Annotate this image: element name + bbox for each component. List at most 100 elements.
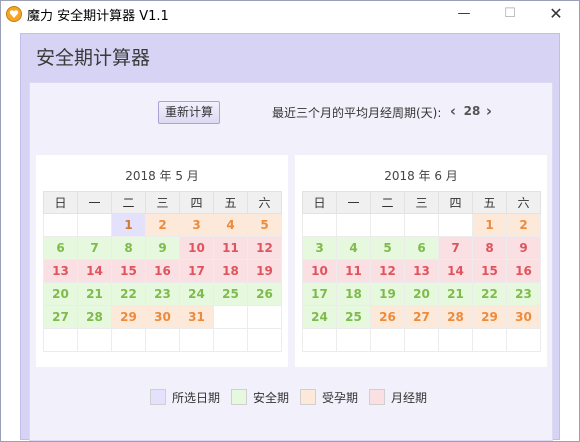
day-cell[interactable]: 30	[506, 305, 541, 329]
day-cell[interactable]: 3	[179, 213, 214, 237]
day-cell[interactable]: 23	[506, 282, 541, 306]
maximize-button[interactable]: ☐	[487, 1, 533, 27]
cycle-label: 最近三个月的平均月经周期(天):	[272, 106, 442, 120]
day-cell[interactable]: 29	[111, 305, 146, 329]
day-cell[interactable]: 13	[43, 259, 78, 283]
day-cell[interactable]: 27	[404, 305, 439, 329]
cycle-increase-button[interactable]: ›	[483, 101, 495, 121]
weekday-header: 日 一 二 三 四 五 六	[302, 191, 541, 214]
day-cell[interactable]: 7	[77, 236, 112, 260]
empty-cell	[43, 213, 78, 237]
empty-cell	[111, 328, 146, 352]
day-cell[interactable]: 22	[472, 282, 507, 306]
day-cell[interactable]: 5	[370, 236, 405, 260]
legend-label-ovulation: 受孕期	[322, 391, 359, 405]
day-cell[interactable]: 25	[336, 305, 371, 329]
day-cell[interactable]: 31	[179, 305, 214, 329]
day-cell[interactable]: 7	[438, 236, 473, 260]
day-cell[interactable]: 10	[302, 259, 337, 283]
cycle-decrease-button[interactable]: ‹	[447, 101, 459, 121]
day-cell[interactable]: 20	[43, 282, 78, 306]
day-cell[interactable]: 18	[213, 259, 248, 283]
week-row: 12345	[43, 213, 282, 237]
day-cell[interactable]: 24	[179, 282, 214, 306]
day-cell[interactable]: 4	[336, 236, 371, 260]
day-cell[interactable]: 1	[472, 213, 507, 237]
close-button[interactable]: ✕	[533, 1, 579, 27]
day-cell[interactable]: 17	[179, 259, 214, 283]
day-cell[interactable]: 12	[370, 259, 405, 283]
legend-label-selected: 所选日期	[172, 391, 221, 405]
day-cell[interactable]: 4	[213, 213, 248, 237]
day-cell[interactable]: 19	[370, 282, 405, 306]
day-cell[interactable]: 9	[506, 236, 541, 260]
calendar-grid: 日 一 二 三 四 五 六 1 2 3 4 5 6 7 8 9 10 11 12 13 14 15 16 17 1…	[302, 191, 541, 352]
weekday-label: 六	[247, 191, 282, 214]
weekday-label: 三	[145, 191, 180, 214]
day-cell[interactable]: 14	[77, 259, 112, 283]
month-title: 2018 年 5 月	[125, 169, 199, 183]
day-cell[interactable]: 23	[145, 282, 180, 306]
day-cell[interactable]: 2	[506, 213, 541, 237]
day-cell[interactable]: 5	[247, 213, 282, 237]
empty-cell	[213, 305, 248, 329]
week-row: 13 14 15 16 17 18 19	[43, 259, 282, 283]
day-cell[interactable]: 19	[247, 259, 282, 283]
day-cell[interactable]: 15	[111, 259, 146, 283]
minimize-button[interactable]: —	[441, 1, 487, 27]
day-cell[interactable]: 6	[43, 236, 78, 260]
day-cell[interactable]: 14	[438, 259, 473, 283]
empty-cell	[370, 213, 405, 237]
day-cell[interactable]: 21	[77, 282, 112, 306]
day-cell[interactable]: 2	[145, 213, 180, 237]
day-cell[interactable]: 22	[111, 282, 146, 306]
day-cell[interactable]: 28	[77, 305, 112, 329]
recalculate-button[interactable]: 重新计算	[158, 101, 220, 124]
app-logo-icon	[6, 6, 22, 22]
day-cell[interactable]: 8	[111, 236, 146, 260]
weekday-label: 六	[506, 191, 541, 214]
day-cell[interactable]: 17	[302, 282, 337, 306]
day-cell[interactable]: 26	[247, 282, 282, 306]
week-row: 27 28 29 30 31	[43, 305, 282, 329]
day-cell[interactable]: 18	[336, 282, 371, 306]
week-row: 17 18 19 20 21 22 23	[302, 282, 541, 306]
day-cell[interactable]: 21	[438, 282, 473, 306]
day-cell[interactable]: 29	[472, 305, 507, 329]
empty-cell	[404, 213, 439, 237]
month-title: 2018 年 6 月	[384, 169, 458, 183]
day-cell[interactable]: 8	[472, 236, 507, 260]
day-cell[interactable]: 11	[213, 236, 248, 260]
day-cell[interactable]: 26	[370, 305, 405, 329]
week-row: 6 7 8 9 10 11 12	[43, 236, 282, 260]
day-cell[interactable]: 27	[43, 305, 78, 329]
week-row	[43, 328, 282, 352]
day-cell[interactable]: 12	[247, 236, 282, 260]
legend-swatch-selected	[150, 389, 166, 405]
day-cell[interactable]: 15	[472, 259, 507, 283]
weekday-label: 一	[336, 191, 371, 214]
day-cell[interactable]: 13	[404, 259, 439, 283]
weekday-label: 二	[111, 191, 146, 214]
empty-cell	[247, 328, 282, 352]
weekday-label: 二	[370, 191, 405, 214]
week-row: 10 11 12 13 14 15 16	[302, 259, 541, 283]
day-cell[interactable]: 11	[336, 259, 371, 283]
day-cell[interactable]: 20	[404, 282, 439, 306]
title-bar[interactable]: 魔力 安全期计算器 V1.1 — ☐ ✕	[1, 1, 579, 27]
day-cell[interactable]: 28	[438, 305, 473, 329]
day-cell[interactable]: 6	[404, 236, 439, 260]
day-cell[interactable]: 25	[213, 282, 248, 306]
day-cell[interactable]: 30	[145, 305, 180, 329]
day-cell[interactable]: 16	[145, 259, 180, 283]
day-cell[interactable]: 9	[145, 236, 180, 260]
legend-swatch-ovulation	[300, 389, 316, 405]
day-cell[interactable]: 24	[302, 305, 337, 329]
day-cell[interactable]: 3	[302, 236, 337, 260]
day-cell[interactable]: 16	[506, 259, 541, 283]
weekday-label: 日	[43, 191, 78, 214]
day-cell[interactable]: 10	[179, 236, 214, 260]
day-cell[interactable]: 1	[111, 213, 146, 237]
calendar-grid: 日 一 二 三 四 五 六 1 2 3 4 5 6 7 8 9 10 11 12 13 14 15 16 17 1…	[43, 191, 282, 352]
empty-cell	[302, 328, 337, 352]
